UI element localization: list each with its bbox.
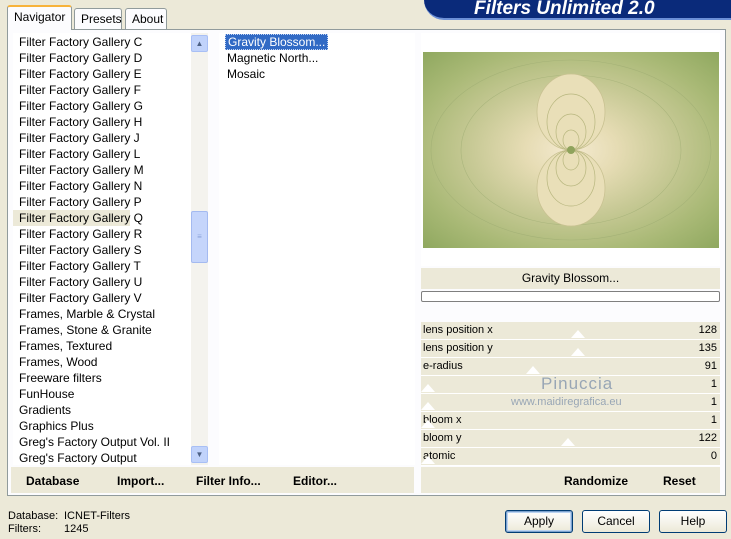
parameter-slider[interactable]: bloom y 122 [421, 430, 720, 448]
category-item[interactable]: Filter Factory Gallery M [13, 162, 208, 178]
filter-info-button[interactable]: Filter Info... [196, 474, 261, 488]
slider-thumb[interactable] [571, 348, 585, 356]
category-item[interactable]: Filter Factory Gallery J [13, 130, 208, 146]
category-item[interactable]: Frames, Marble & Crystal [13, 306, 208, 322]
category-item[interactable]: Filter Factory Gallery F [13, 82, 208, 98]
progress-bar [421, 291, 720, 302]
scroll-up-button[interactable]: ▲ [191, 35, 208, 52]
category-item[interactable]: Filter Factory Gallery E [13, 66, 208, 82]
reset-button[interactable]: Reset [663, 474, 696, 488]
parameter-name: e-radius [423, 360, 463, 372]
category-item[interactable]: Filter Factory Gallery D [13, 50, 208, 66]
slider-thumb[interactable] [526, 366, 540, 374]
category-item[interactable]: Filter Factory Gallery R [13, 226, 208, 242]
category-item[interactable]: Frames, Wood [13, 354, 208, 370]
category-item[interactable]: Filter Factory Gallery P [13, 194, 208, 210]
parameter-value: 1 [710, 396, 717, 408]
filter-item-label: Mosaic [227, 67, 266, 81]
category-item[interactable]: Freeware filters [13, 370, 208, 386]
category-scrollbar[interactable]: ▲ ≡ ▼ [191, 33, 208, 465]
category-item[interactable]: Filter Factory Gallery V [13, 290, 208, 306]
category-list[interactable]: Filter Factory Gallery C Filter Factory G… [13, 33, 208, 465]
editor-button[interactable]: Editor... [293, 474, 337, 488]
parameter-slider[interactable]: lens position x 128 [421, 322, 720, 340]
parameter-value: 128 [698, 324, 717, 336]
parameter-slider[interactable]: lens position y 135 [421, 340, 720, 358]
filters-label: Filters: [8, 523, 41, 535]
category-item[interactable]: Frames, Textured [13, 338, 208, 354]
import-button[interactable]: Import... [117, 474, 164, 488]
watermark-url: www.maidiregrafica.eu [511, 396, 622, 408]
database-value: ICNET-Filters [64, 510, 130, 522]
category-item[interactable]: Greg's Factory Output [13, 450, 208, 465]
parameter-value: 1 [710, 378, 717, 390]
category-item[interactable]: Filter Factory Gallery C [13, 34, 208, 50]
slider-thumb[interactable] [421, 384, 435, 392]
scroll-down-button[interactable]: ▼ [191, 446, 208, 463]
filter-item-label: Magnetic North... [227, 51, 319, 65]
parameter-value: 122 [698, 432, 717, 444]
app-title: Filters Unlimited 2.0 [424, 0, 731, 20]
category-item[interactable]: Filter Factory Gallery G [13, 98, 208, 114]
parameter-sliders: lens position x 128 lens position y 135 e-ra… [421, 322, 720, 466]
filter-list[interactable]: Gravity Blossom... Magnetic North... Mosai… [219, 33, 415, 465]
tab-about[interactable]: About [125, 8, 167, 29]
category-item[interactable]: Filter Factory Gallery N [13, 178, 208, 194]
tab-presets[interactable]: Presets [74, 8, 122, 29]
help-button[interactable]: Help [659, 510, 727, 533]
filter-item[interactable]: Mosaic [219, 66, 415, 82]
category-item[interactable]: Greg's Factory Output Vol. II [13, 434, 208, 450]
parameter-value: 1 [710, 414, 717, 426]
randomize-button[interactable]: Randomize [564, 474, 628, 488]
scroll-thumb[interactable]: ≡ [191, 211, 208, 263]
parameter-name: lens position y [423, 342, 493, 354]
filter-item[interactable]: Gravity Blossom... [219, 34, 415, 50]
apply-button[interactable]: Apply [505, 510, 573, 533]
tab-navigator[interactable]: Navigator [7, 5, 72, 30]
gravity-blossom-pattern [430, 59, 712, 241]
category-item[interactable]: Filter Factory Gallery Q [13, 210, 143, 226]
category-item[interactable]: FunHouse [13, 386, 208, 402]
filter-preview-image [423, 52, 719, 248]
filters-count: 1245 [64, 523, 89, 535]
parameter-value: 0 [710, 450, 717, 462]
filter-item[interactable]: Magnetic North... [219, 50, 415, 66]
category-item[interactable]: Filter Factory Gallery S [13, 242, 208, 258]
database-button[interactable]: Database [26, 474, 79, 488]
category-item[interactable]: Graphics Plus [13, 418, 208, 434]
parameter-value: 91 [704, 360, 717, 372]
watermark-name: Pinuccia [541, 374, 614, 393]
slider-thumb[interactable] [421, 456, 435, 464]
category-item[interactable]: Frames, Stone & Granite [13, 322, 208, 338]
slider-thumb[interactable] [421, 402, 435, 410]
category-item[interactable]: Gradients [13, 402, 208, 418]
parameter-slider[interactable]: atomic 0 [421, 448, 720, 466]
parameter-name: bloom y [423, 432, 462, 444]
slider-thumb[interactable] [571, 330, 585, 338]
category-item[interactable]: Filter Factory Gallery T [13, 258, 208, 274]
slider-thumb[interactable] [561, 438, 575, 446]
parameter-slider[interactable]: bloom x1 [421, 412, 720, 430]
category-item[interactable]: Filter Factory Gallery U [13, 274, 208, 290]
category-item[interactable]: Filter Factory Gallery L [13, 146, 208, 162]
preview-filter-name: Gravity Blossom... [421, 268, 720, 289]
slider-thumb[interactable] [421, 420, 435, 428]
parameter-value: 135 [698, 342, 717, 354]
database-label: Database: [8, 510, 59, 522]
filter-item-label: Gravity Blossom... [225, 34, 329, 50]
category-item[interactable]: Filter Factory Gallery H [13, 114, 208, 130]
cancel-button[interactable]: Cancel [582, 510, 650, 533]
parameter-name: lens position x [423, 324, 493, 336]
